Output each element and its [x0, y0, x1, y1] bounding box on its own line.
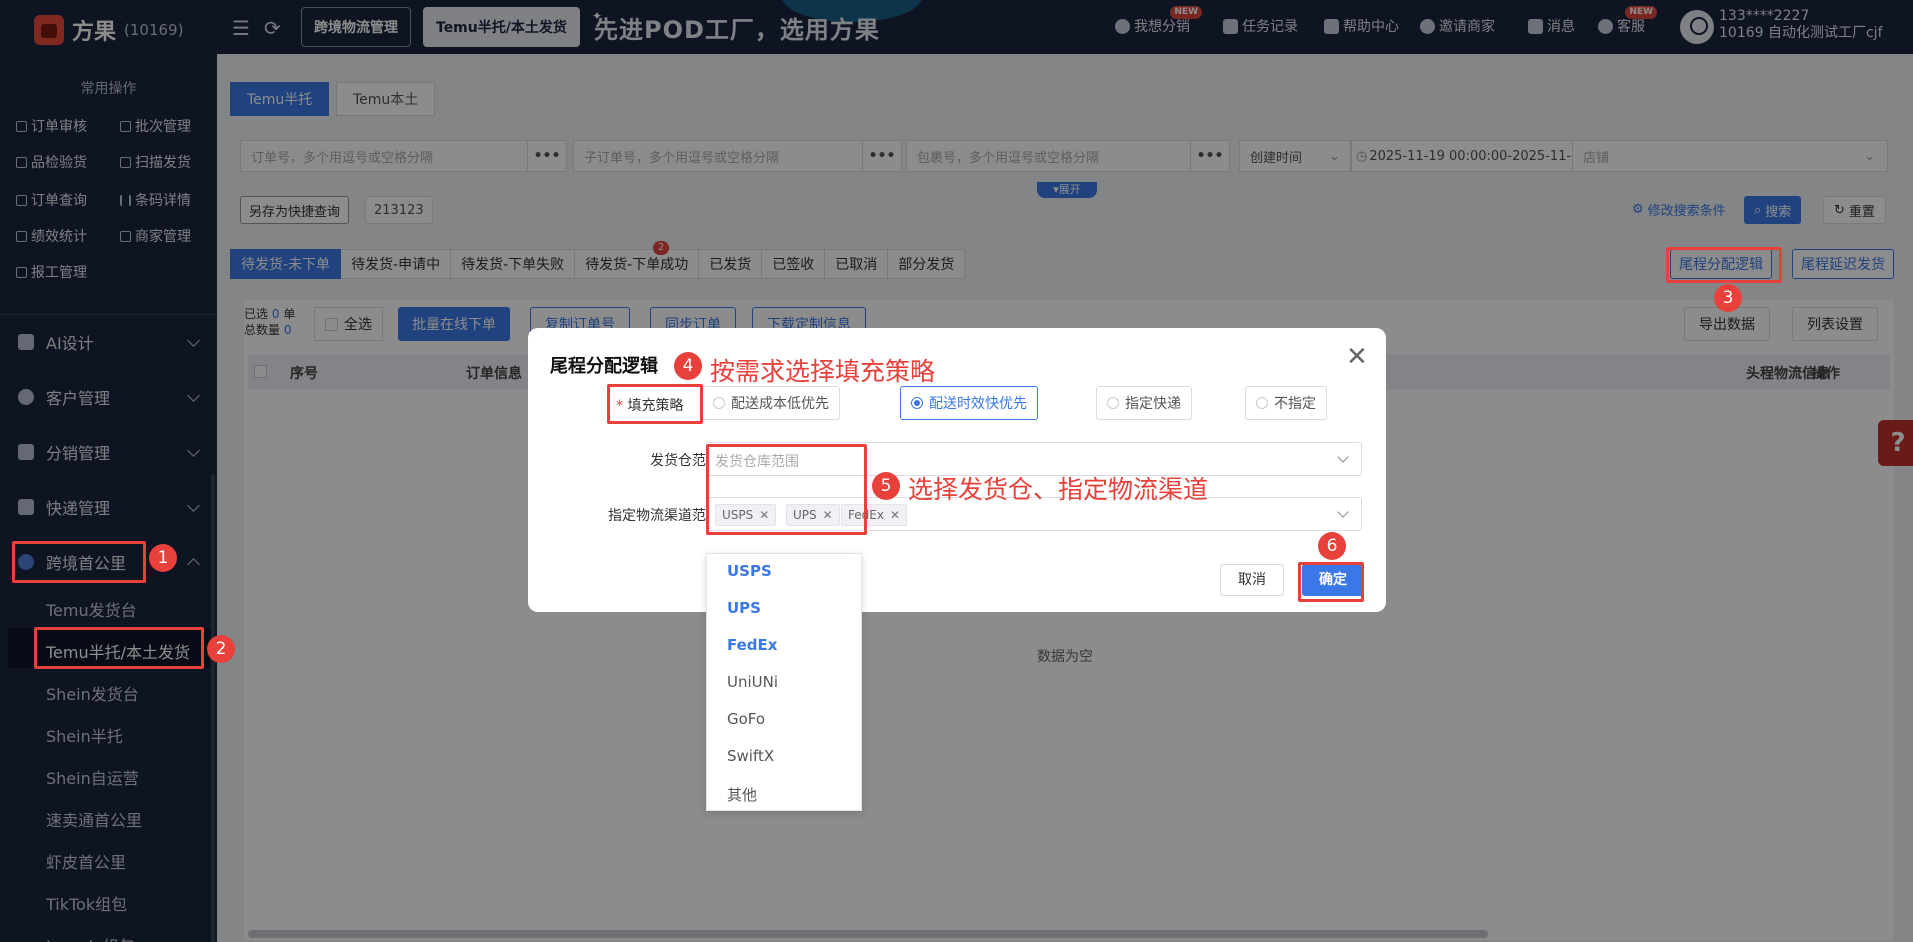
- annotation-box-6: [1298, 562, 1364, 602]
- annotation-number-2: 2: [207, 635, 235, 663]
- annotation-box-3: [1666, 247, 1782, 283]
- option-other[interactable]: 其他: [727, 784, 757, 805]
- annotation-number-4: 4: [674, 352, 702, 380]
- radio-selected-icon: [911, 397, 923, 409]
- radio-label: 指定快递: [1125, 396, 1181, 412]
- annotation-number-6: 6: [1318, 532, 1346, 560]
- radio-specify-express[interactable]: 指定快递: [1096, 386, 1192, 420]
- annotation-text-5: 选择发货仓、指定物流渠道: [908, 475, 1209, 504]
- radio-icon: [1256, 397, 1268, 409]
- option-gofo[interactable]: GoFo: [727, 710, 765, 728]
- annotation-number-3: 3: [1714, 284, 1742, 312]
- chevron-down-icon: [1337, 506, 1349, 518]
- annotation-box-2: [34, 627, 204, 669]
- option-uniuni[interactable]: UniUNi: [727, 673, 778, 691]
- radio-label: 配送成本低优先: [731, 396, 829, 412]
- remove-icon[interactable]: ✕: [890, 508, 900, 522]
- channel-dropdown: USPS UPS FedEx UniUNi GoFo SwiftX 其他: [706, 553, 862, 811]
- radio-label: 配送时效快优先: [929, 396, 1027, 412]
- annotation-text-4: 按需求选择填充策略: [710, 357, 936, 386]
- cancel-button[interactable]: 取消: [1220, 564, 1284, 596]
- annotation-number-1: 1: [149, 544, 177, 572]
- option-swiftx[interactable]: SwiftX: [727, 747, 774, 765]
- warehouse-label: 发货仓范围: [650, 453, 720, 469]
- chevron-down-icon: [1337, 451, 1349, 463]
- channel-label: 指定物流渠道范围: [608, 508, 720, 524]
- close-icon[interactable]: ✕: [1346, 342, 1368, 372]
- option-usps[interactable]: USPS: [727, 562, 772, 580]
- radio-label: 不指定: [1274, 396, 1316, 412]
- option-fedex[interactable]: FedEx: [727, 636, 777, 654]
- radio-not-specified[interactable]: 不指定: [1245, 386, 1327, 420]
- radio-icon: [1107, 397, 1119, 409]
- annotation-box-1: [12, 541, 146, 583]
- radio-speed-first[interactable]: 配送时效快优先: [900, 386, 1038, 420]
- option-ups[interactable]: UPS: [727, 599, 761, 617]
- radio-cost-first[interactable]: 配送成本低优先: [702, 386, 840, 420]
- radio-icon: [713, 397, 725, 409]
- annotation-box-5: [706, 444, 867, 535]
- modal-title: 尾程分配逻辑: [550, 356, 658, 377]
- annotation-box-4: [607, 384, 703, 424]
- annotation-number-5: 5: [872, 472, 900, 500]
